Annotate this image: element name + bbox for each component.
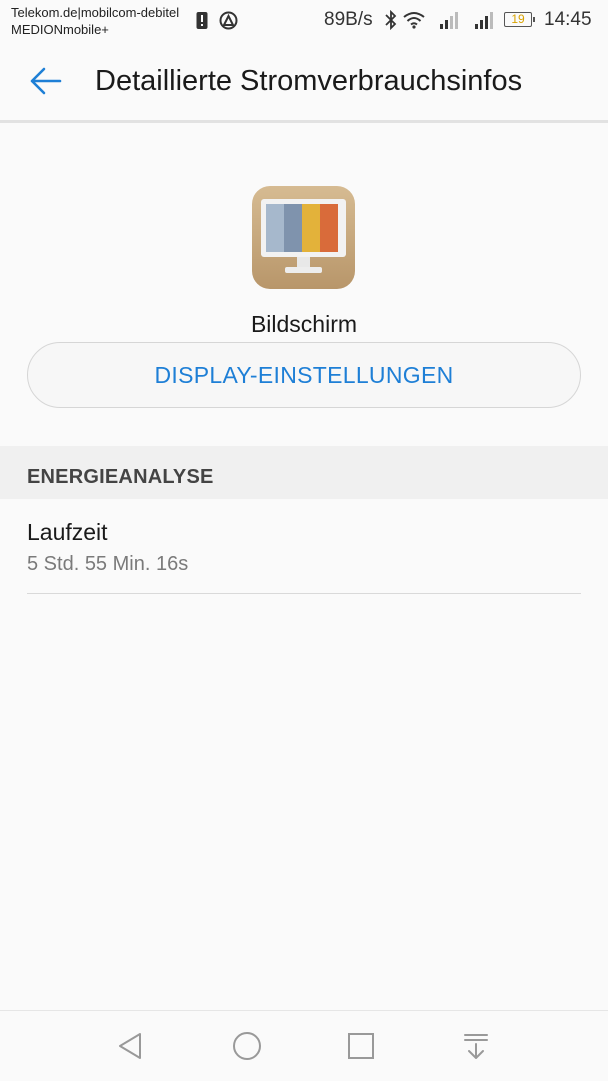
section-title: ENERGIEANALYSE: [27, 466, 214, 488]
display-settings-button[interactable]: DISPLAY-EINSTELLUNGEN: [27, 342, 581, 408]
signal-icon: [475, 12, 493, 29]
arrow-left-icon: [30, 67, 62, 95]
display-monitor-icon: [252, 186, 355, 289]
signal-icon: [440, 12, 458, 29]
app-name: Bildschirm: [250, 311, 358, 337]
clock: 14:45: [544, 9, 592, 30]
section-header: ENERGIEANALYSE: [0, 446, 608, 499]
bluetooth-icon: [385, 10, 397, 30]
home-circle-icon[interactable]: [230, 1029, 264, 1063]
divider: [27, 593, 581, 594]
list-item-value: 5 Std. 55 Min. 16s: [27, 553, 189, 575]
carrier-info: Telekom.de|mobilcom-debitel MEDIONmobile…: [11, 4, 179, 38]
app-bar: Detaillierte Stromverbrauchsinfos: [0, 42, 608, 123]
carrier-line-1: Telekom.de|mobilcom-debitel: [11, 5, 180, 20]
vpn-icon: [219, 11, 238, 30]
battery-level: 19: [511, 12, 525, 26]
back-button[interactable]: [26, 62, 68, 100]
status-bar: Telekom.de|mobilcom-debitel MEDIONmobile…: [0, 0, 608, 42]
wifi-icon: [403, 12, 425, 29]
list-item-label: Laufzeit: [27, 519, 108, 545]
net-speed: 89B/s: [324, 9, 373, 30]
navigation-bar: [0, 1010, 608, 1081]
carrier-line-2: MEDIONmobile+: [11, 22, 109, 37]
list-item-runtime: Laufzeit 5 Std. 55 Min. 16s: [0, 499, 608, 594]
back-triangle-icon[interactable]: [114, 1029, 148, 1063]
battery-icon: 19: [504, 12, 535, 27]
recents-square-icon[interactable]: [344, 1029, 378, 1063]
page-title: Detaillierte Stromverbrauchsinfos: [95, 65, 523, 97]
notification-pull-icon[interactable]: [459, 1029, 493, 1063]
alert-icon: [196, 12, 208, 29]
